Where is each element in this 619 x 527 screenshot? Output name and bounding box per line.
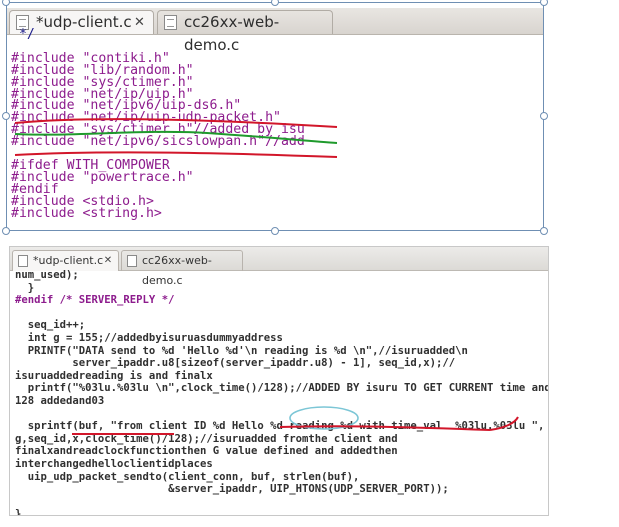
tab-cc26xx-web-demo[interactable]: cc26xx-web-demo.c [121,250,243,287]
file-icon [127,255,137,267]
code-line: #include "net/ipv6/sicslowpan.h"//add [11,134,305,150]
resize-handle[interactable] [2,112,10,120]
resize-handle[interactable] [271,227,279,235]
resize-handle[interactable] [540,0,548,6]
close-icon[interactable]: ✕ [132,15,147,30]
code-line: isuruaddedreading is and finalx [15,369,213,382]
resize-handle[interactable] [540,112,548,120]
top-editor-screenshot: *udp-client.c ✕ cc26xx-web-demo.c */ #in… [6,2,544,231]
code-line: seq_id++; [15,319,86,332]
resize-handle[interactable] [2,227,10,235]
code-line: int g = 155;//addedbyisuruasdummyaddress [15,331,283,344]
code-line: finalxandreadclockfunctionthen G value d… [15,445,398,458]
bottom-editor-screenshot: *udp-client.c ✕ cc26xx-web-demo.c num_us… [9,246,549,516]
code-line: server_ipaddr.u8[sizeof(server_ipaddr.u8… [15,357,456,370]
file-icon [18,255,28,267]
code-line: sprintf(buf, "from client ID %d Hello %d… [15,420,545,433]
code-line: */ [11,27,35,42]
code-line: #include <string.h> [11,205,162,221]
code-line: } [15,281,35,294]
code-line: &server_ipaddr, UIP_HTONS(UDP_SERVER_POR… [15,483,449,496]
tab-udp-client[interactable]: *udp-client.c ✕ [12,250,119,271]
code-line: interchangedhelloclientidplaces [15,457,213,470]
tab-label: *udp-client.c [33,254,104,267]
code-line: } [15,508,22,516]
code-line: num_used); [15,269,79,281]
top-code-view: */ #include "contiki.h" #include "lib/ra… [11,27,305,221]
file-icon [164,15,177,30]
code-line: printf("%03lu.%03lu \n",clock_time()/128… [15,382,549,395]
close-icon[interactable]: ✕ [102,254,114,267]
code-line: uip_udp_packet_sendto(client_conn, buf, … [15,470,360,483]
bottom-tab-bar: *udp-client.c ✕ cc26xx-web-demo.c [10,247,548,287]
resize-handle[interactable] [540,227,548,235]
bottom-code-view: num_used); } #endif /* SERVER_REPLY */ s… [15,269,549,516]
code-line: 128 addedand03 [15,394,105,407]
code-line: PRINTF("DATA send to %d 'Hello %d'\n rea… [15,344,468,357]
code-line: #endif /* SERVER_REPLY */ [15,294,175,307]
code-line: g,seq_id,x,clock_time()/128);//isuruadde… [15,432,398,445]
